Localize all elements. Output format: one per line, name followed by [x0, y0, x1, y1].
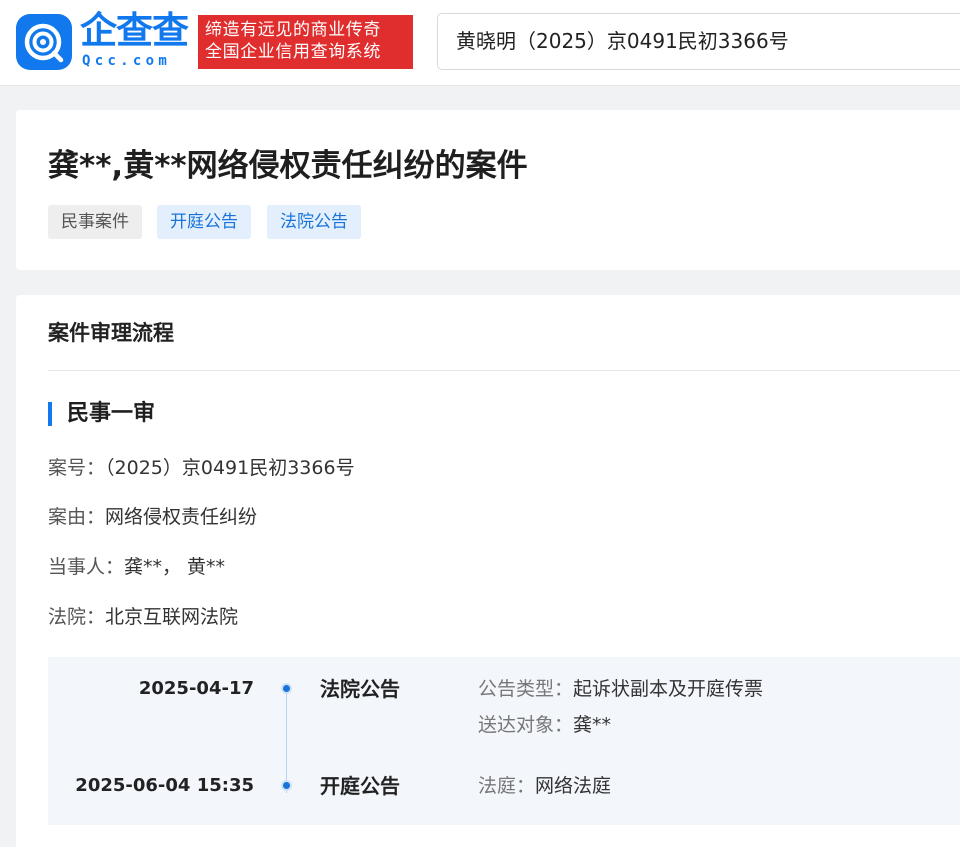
- parties-value: 龚**， 黄**: [124, 556, 226, 578]
- timeline-detail: 公告类型：起诉状副本及开庭传票: [478, 676, 763, 702]
- timeline-date: 2025-04-17: [138, 678, 254, 699]
- detail-value: 龚**: [573, 714, 612, 736]
- stage-accent-bar: [48, 402, 52, 426]
- timeline-dot-icon: [281, 780, 292, 791]
- parties-row: 当事人：龚**， 黄**: [48, 554, 225, 580]
- detail-label: 法庭：: [478, 775, 536, 797]
- top-header: 企查查 Qcc.com 缔造有远见的商业传奇 全国企业信用查询系统 黄晓明（20…: [0, 0, 960, 86]
- cause-row: 案由：网络侵权责任纠纷: [48, 504, 257, 530]
- slogan-line-1: 缔造有远见的商业传奇: [205, 20, 381, 40]
- tag-hearing-notice[interactable]: 开庭公告: [157, 205, 251, 239]
- case-number-value: （2025）京0491民初3366号: [105, 457, 355, 479]
- detail-label: 公告类型：: [478, 678, 574, 700]
- search-input[interactable]: 黄晓明（2025）京0491民初3366号: [437, 13, 960, 70]
- parties-label: 当事人：: [48, 556, 125, 578]
- timeline: 2025-04-17 法院公告 公告类型：起诉状副本及开庭传票 送达对象：龚**…: [48, 657, 960, 825]
- section-title: 案件审理流程: [48, 321, 174, 345]
- divider: [48, 370, 960, 371]
- court-label: 法院：: [48, 606, 106, 628]
- timeline-connector: [286, 689, 287, 793]
- qcc-logo-icon[interactable]: [16, 14, 72, 70]
- slogan-line-2: 全国企业信用查询系统: [205, 42, 381, 62]
- timeline-dot-icon: [281, 683, 292, 694]
- detail-value: 网络法庭: [535, 775, 612, 797]
- court-row: 法院：北京互联网法院: [48, 604, 238, 630]
- case-flow-card: 案件审理流程 民事一审 案号：（2025）京0491民初3366号 案由：网络侵…: [16, 295, 960, 847]
- timeline-date: 2025-06-04 15:35: [75, 775, 254, 796]
- case-number-row: 案号：（2025）京0491民初3366号: [48, 455, 355, 481]
- logo-wordmark[interactable]: 企查查: [80, 10, 189, 52]
- case-number-label: 案号：: [48, 457, 106, 479]
- timeline-detail: 送达对象：龚**: [478, 712, 611, 738]
- logo-domain: Qcc.com: [82, 53, 172, 69]
- court-value[interactable]: 北京互联网法院: [105, 606, 238, 628]
- stage-title: 民事一审: [67, 401, 156, 426]
- slogan-banner: 缔造有远见的商业传奇 全国企业信用查询系统: [198, 15, 413, 69]
- cause-label: 案由：: [48, 506, 106, 528]
- detail-label: 送达对象：: [478, 714, 574, 736]
- cause-value: 网络侵权责任纠纷: [105, 506, 258, 528]
- detail-value: 起诉状副本及开庭传票: [573, 678, 764, 700]
- tag-civil-case: 民事案件: [48, 205, 142, 239]
- timeline-detail: 法庭：网络法庭: [478, 773, 611, 799]
- timeline-event-type: 开庭公告: [320, 774, 400, 798]
- case-title: 龚**,黄**网络侵权责任纠纷的案件: [48, 148, 528, 184]
- case-summary-card: 龚**,黄**网络侵权责任纠纷的案件 民事案件 开庭公告 法院公告: [16, 110, 960, 270]
- timeline-event-type: 法院公告: [320, 677, 400, 701]
- tag-court-notice[interactable]: 法院公告: [267, 205, 361, 239]
